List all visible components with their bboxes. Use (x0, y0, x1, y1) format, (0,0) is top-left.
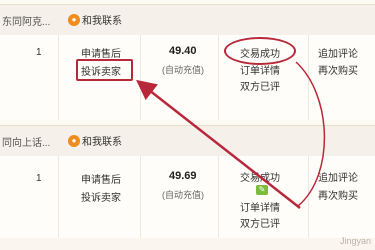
bottom-strip (0, 238, 375, 250)
arrow-to-complain (136, 79, 301, 209)
watermark: Jingyan (339, 236, 371, 246)
curve-to-status (295, 61, 326, 207)
annotation-arrows (136, 61, 326, 209)
